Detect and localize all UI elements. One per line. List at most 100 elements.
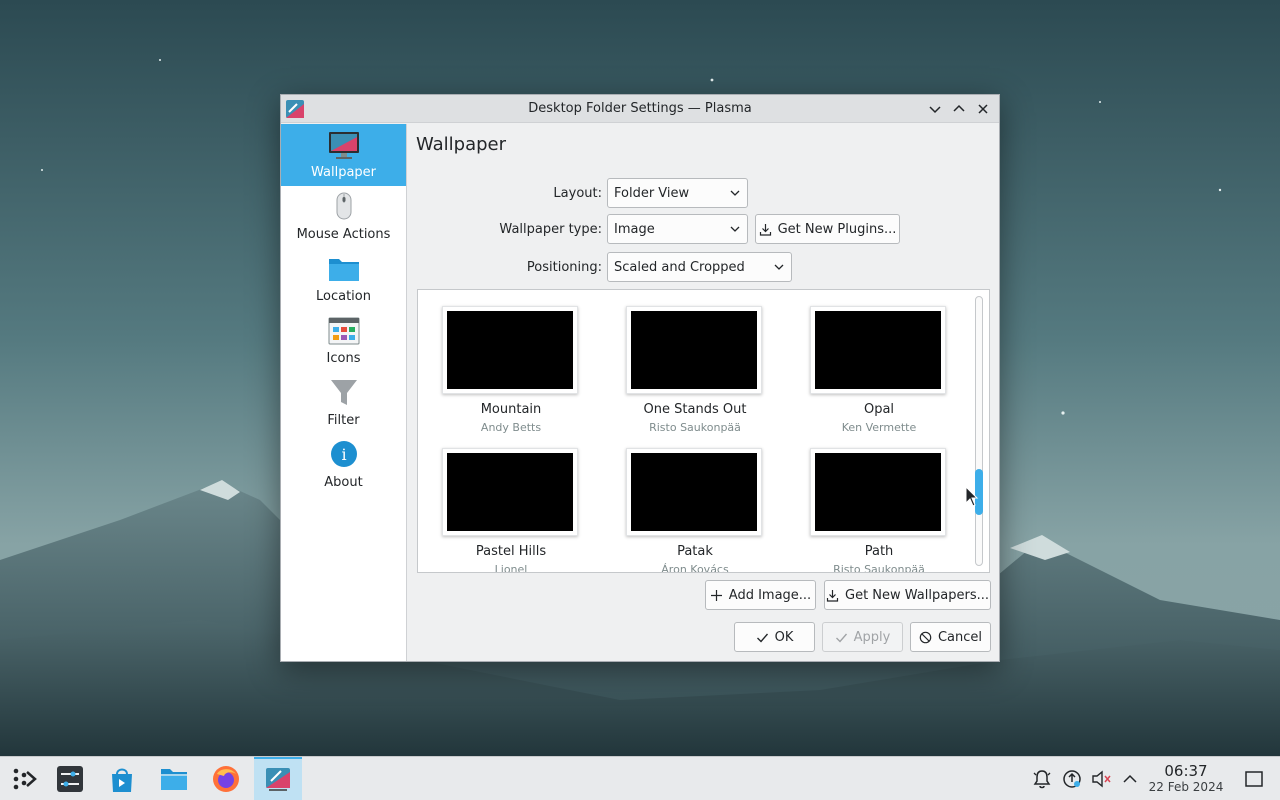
clock-time: 06:37 [1164, 762, 1208, 780]
funnel-icon [327, 377, 361, 409]
digital-clock[interactable]: 06:37 22 Feb 2024 [1140, 762, 1232, 795]
sidebar-item-label: Icons [326, 351, 361, 366]
chevron-down-icon [730, 226, 740, 232]
wallpaper-grid[interactable]: Mountain Andy Betts One Stands Out Risto… [417, 289, 990, 573]
sidebar-item-icons[interactable]: Icons [281, 310, 406, 372]
wallpaper-name: Opal [863, 402, 895, 417]
launcher-icon [13, 768, 37, 790]
sidebar-item-label: About [324, 475, 363, 490]
minimize-button[interactable] [925, 99, 945, 119]
sidebar-item-wallpaper[interactable]: Wallpaper [281, 124, 406, 186]
wallpaper-type-combo[interactable]: Image [607, 214, 748, 244]
chevron-down-icon [929, 106, 941, 114]
wallpaper-thumbnail [810, 306, 946, 394]
get-new-wallpapers-label: Get New Wallpapers... [845, 587, 989, 603]
volume-tray[interactable] [1090, 768, 1112, 790]
chevron-down-icon [730, 190, 740, 196]
grid-scrollbar[interactable] [975, 296, 983, 566]
get-new-plugins-button[interactable]: Get New Plugins... [755, 214, 900, 244]
wallpaper-thumbnail [626, 448, 762, 536]
sidebar-item-filter[interactable]: Filter [281, 372, 406, 434]
settings-dialog: Desktop Folder Settings — Plasma Wallpap… [280, 94, 1000, 662]
mouse-cursor [965, 486, 979, 507]
sidebar-item-about[interactable]: i About [281, 434, 406, 496]
download-icon [759, 223, 771, 236]
wallpaper-name: One Stands Out [643, 402, 747, 417]
wallpaper-type-value: Image [614, 221, 655, 237]
apply-button[interactable]: Apply [822, 622, 903, 652]
icons-grid-icon [327, 315, 361, 347]
notifications-tray[interactable] [1031, 768, 1053, 790]
wallpaper-author: Andy Betts [480, 421, 542, 434]
maximize-button[interactable] [949, 99, 969, 119]
tray-expander[interactable] [1119, 768, 1141, 790]
taskbar-discover[interactable] [98, 757, 146, 800]
titlebar[interactable]: Desktop Folder Settings — Plasma [281, 95, 999, 123]
plasma-app-icon [266, 768, 290, 791]
shopping-bag-icon [112, 768, 132, 792]
positioning-combo[interactable]: Scaled and Cropped [607, 252, 792, 282]
layout-label: Layout: [553, 186, 602, 201]
firefox-icon [213, 766, 239, 792]
cancel-icon [919, 631, 932, 643]
settings-sliders-icon [57, 766, 83, 792]
wallpaper-item[interactable]: Pastel Hills Lionel [436, 448, 586, 573]
updates-tray[interactable] [1061, 768, 1083, 790]
chevron-down-icon [774, 264, 784, 270]
wallpaper-author: Risto Saukonpää [649, 421, 741, 434]
wallpaper-item[interactable]: Opal Ken Vermette [804, 306, 954, 446]
sidebar-item-label: Mouse Actions [296, 227, 391, 242]
application-launcher[interactable] [0, 757, 48, 800]
show-desktop-icon [1245, 771, 1263, 787]
close-button[interactable] [973, 99, 993, 119]
cancel-label: Cancel [937, 629, 983, 645]
taskbar-firefox[interactable] [202, 757, 250, 800]
close-icon [978, 104, 988, 114]
wallpaper-page: Wallpaper Layout: Folder View Wallpaper … [416, 124, 999, 661]
taskbar-dolphin[interactable] [150, 757, 198, 800]
settings-sidebar: Wallpaper Mouse Actions Location Icons F… [281, 124, 407, 661]
sidebar-item-label: Wallpaper [310, 165, 377, 180]
wallpaper-item[interactable]: One Stands Out Risto Saukonpää [620, 306, 770, 446]
wallpaper-thumbnail [442, 306, 578, 394]
wallpaper-thumbnail [626, 306, 762, 394]
taskbar-plasma-settings[interactable] [254, 757, 302, 800]
download-icon [826, 589, 839, 602]
folder-icon [327, 253, 361, 285]
monitor-icon [327, 129, 361, 161]
chevron-up-icon [1123, 774, 1137, 783]
wallpaper-name: Path [864, 544, 894, 559]
taskbar-system-settings[interactable] [46, 757, 94, 800]
layout-combo[interactable]: Folder View [607, 178, 748, 208]
checkmark-icon [756, 633, 768, 643]
wallpaper-author: Risto Saukonpää [833, 563, 925, 573]
add-image-button[interactable]: Add Image... [705, 580, 816, 610]
page-title: Wallpaper [416, 134, 507, 155]
ok-label: OK [774, 629, 794, 645]
wallpaper-name: Mountain [480, 402, 542, 417]
svg-text:i: i [341, 445, 346, 464]
wallpaper-author: Lionel [494, 563, 528, 573]
sidebar-item-location[interactable]: Location [281, 248, 406, 310]
update-icon [1063, 770, 1081, 788]
wallpaper-thumbnail [810, 448, 946, 536]
cancel-button[interactable]: Cancel [910, 622, 991, 652]
window-title: Desktop Folder Settings — Plasma [528, 101, 752, 116]
get-new-wallpapers-button[interactable]: Get New Wallpapers... [824, 580, 991, 610]
ok-button[interactable]: OK [734, 622, 815, 652]
sidebar-item-mouse-actions[interactable]: Mouse Actions [281, 186, 406, 248]
wallpaper-item[interactable]: Mountain Andy Betts [436, 306, 586, 446]
mouse-icon [327, 191, 361, 223]
wallpaper-item[interactable]: Path Risto Saukonpää [804, 448, 954, 573]
volume-muted-icon [1092, 770, 1111, 788]
positioning-label: Positioning: [526, 260, 602, 275]
wallpaper-type-label: Wallpaper type: [499, 222, 602, 237]
wallpaper-thumbnail [442, 448, 578, 536]
wallpaper-name: Patak [677, 544, 713, 559]
wallpaper-item[interactable]: Patak Áron Kovács [620, 448, 770, 573]
wallpaper-author: Áron Kovács [661, 563, 729, 573]
show-desktop-button[interactable] [1243, 768, 1265, 790]
info-icon: i [327, 439, 361, 471]
apply-label: Apply [853, 629, 891, 645]
bell-icon [1033, 770, 1051, 789]
